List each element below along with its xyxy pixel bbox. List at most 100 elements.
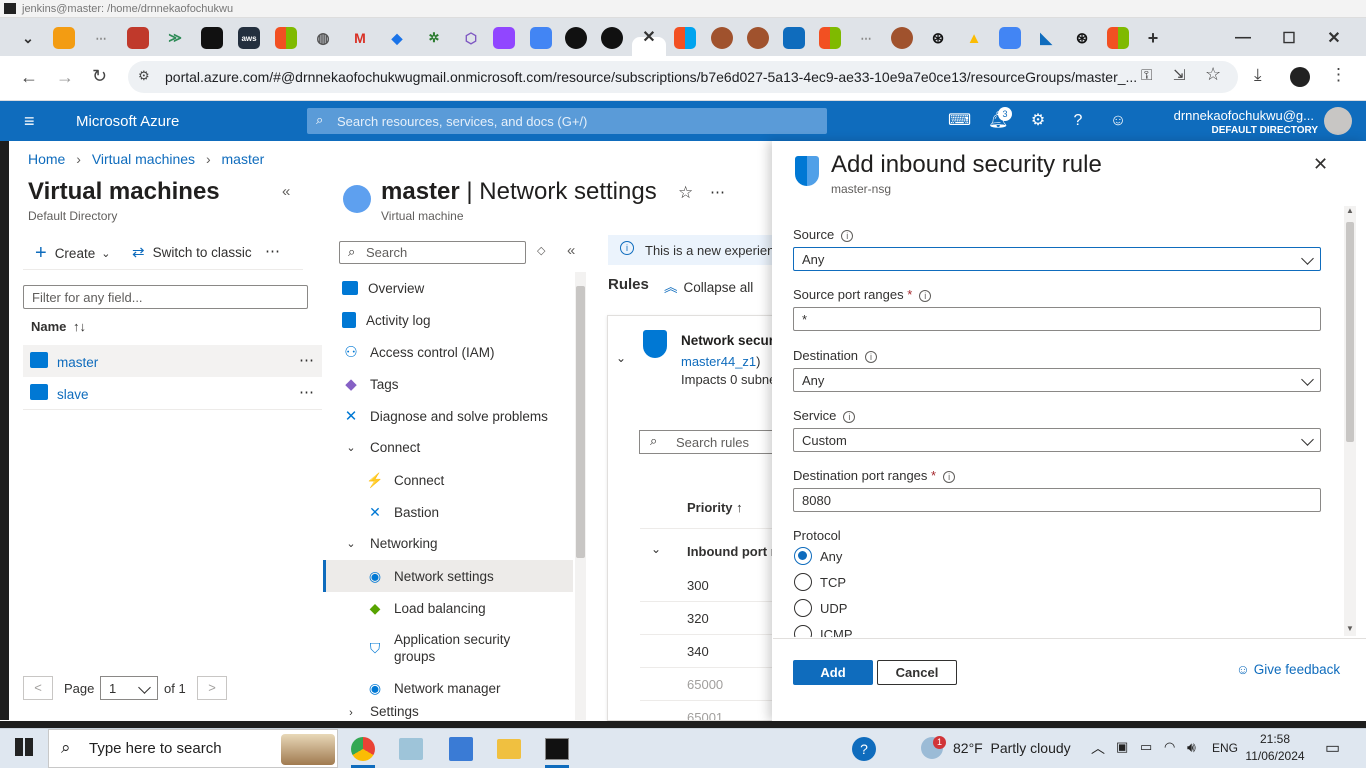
clock-date[interactable]: 11/06/2024 (1240, 749, 1310, 763)
site-info-icon[interactable]: ⚙ (138, 68, 150, 84)
info-icon[interactable]: i (841, 229, 854, 242)
close-tab-icon[interactable]: ✕ (638, 26, 660, 48)
tab-favicon[interactable] (127, 27, 149, 49)
protocol-option-label[interactable]: Any (820, 549, 842, 564)
breadcrumb-virtual-machines[interactable]: Virtual machines (92, 151, 195, 167)
tab-favicon[interactable]: ⋯ (855, 27, 877, 49)
battery-icon[interactable]: ▭ (1140, 739, 1152, 755)
protocol-option-label[interactable]: ICMP (820, 627, 853, 637)
menu-item-network-settings[interactable]: ◉ Network settings (323, 560, 573, 592)
protocol-radio-udp[interactable] (794, 599, 812, 617)
tab-favicon[interactable] (747, 27, 769, 49)
minimize-icon[interactable]: — (1232, 27, 1254, 49)
docs-icon[interactable] (530, 27, 552, 49)
menu-item-app-security-groups[interactable]: ⛉ Application security groups (323, 630, 573, 666)
favorite-star-icon[interactable]: ☆ (678, 183, 693, 203)
scroll-up-icon[interactable]: ▲ (1346, 206, 1354, 215)
photos-icon[interactable] (449, 737, 473, 761)
help-app-icon[interactable]: ? (852, 737, 876, 761)
feedback-icon[interactable]: ☺ (1108, 111, 1128, 131)
menu-item-activity-log[interactable]: Activity log (323, 304, 573, 336)
aws-icon[interactable]: aws (238, 27, 260, 49)
azure-global-search[interactable]: ⌕ Search resources, services, and docs (… (307, 108, 827, 134)
scroll-down-icon[interactable]: ▼ (1346, 624, 1354, 633)
menu-group-networking[interactable]: ⌄ Networking (323, 527, 573, 559)
settings-gear-icon[interactable]: ⚙ (1028, 111, 1048, 131)
destination-dropdown[interactable]: Any (793, 368, 1321, 392)
destination-port-input[interactable]: 8080 (793, 488, 1321, 512)
bookmark-star-icon[interactable]: ☆ (1205, 64, 1221, 85)
tab-favicon[interactable] (201, 27, 223, 49)
chrome-icon[interactable] (351, 737, 375, 761)
prev-page-button[interactable]: < (23, 676, 53, 700)
search-rules-input[interactable]: ⌕ Search rules (639, 430, 779, 454)
tab-favicon[interactable] (53, 27, 75, 49)
menu-item-load-balancing[interactable]: ◆ Load balancing (323, 592, 573, 624)
add-button[interactable]: Add (793, 660, 873, 685)
nic-link[interactable]: master44_z1 (681, 354, 756, 369)
notification-center-icon[interactable]: ▭ (1325, 738, 1340, 758)
protocol-radio-any[interactable] (794, 547, 812, 565)
download-icon[interactable]: ⤓ (1254, 65, 1262, 85)
info-icon[interactable]: i (943, 470, 956, 483)
forward-icon[interactable]: → (56, 67, 74, 88)
docs-icon[interactable] (999, 27, 1021, 49)
wifi-icon[interactable]: ◠ (1164, 739, 1175, 755)
info-icon[interactable]: i (865, 350, 878, 363)
volume-icon[interactable]: 🔊︎ (1187, 739, 1196, 756)
plus-icon[interactable]: + (1142, 27, 1164, 49)
filter-input[interactable]: Filter for any field... (23, 285, 308, 309)
tab-search-chevron-icon[interactable]: ⌄ (17, 27, 39, 49)
protocol-radio-tcp[interactable] (794, 573, 812, 591)
menu-group-connect[interactable]: ⌄ Connect (323, 431, 573, 463)
chevron-up-icon[interactable]: ︿ (1091, 738, 1105, 758)
collapse-blade-icon[interactable]: « (282, 183, 290, 200)
hamburger-menu-icon[interactable]: ≡ (24, 111, 35, 132)
meet-icon[interactable]: ▣ (1116, 739, 1128, 755)
switch-to-classic-button[interactable]: ⇄ Switch to classic (132, 243, 252, 261)
url-text[interactable]: portal.azure.com/#@drnnekaofochukwugmail… (165, 69, 1140, 85)
create-button[interactable]: + Create ⌄ (35, 242, 110, 265)
menu-group-settings[interactable]: › Settings (323, 704, 573, 720)
service-dropdown[interactable]: Custom (793, 428, 1321, 452)
column-header-priority[interactable]: Priority ↑ (687, 500, 743, 515)
more-actions-icon[interactable]: ⋯ (265, 242, 280, 260)
cloud-shell-icon[interactable]: ⌨ (948, 111, 971, 131)
menu-item-network-manager[interactable]: ◉ Network manager (323, 672, 573, 704)
gmail-icon[interactable]: M (349, 27, 371, 49)
menu-item-bastion[interactable]: ✕ Bastion (323, 496, 573, 528)
breadcrumb-home[interactable]: Home (28, 151, 65, 167)
page-select[interactable]: 1 (100, 676, 158, 700)
cancel-button[interactable]: Cancel (877, 660, 957, 685)
microsoft-icon[interactable] (275, 27, 297, 49)
protocol-option-label[interactable]: TCP (820, 575, 846, 590)
vm-link-master[interactable]: master (57, 355, 98, 370)
profile-avatar[interactable] (1290, 67, 1310, 87)
windows-start-icon[interactable] (15, 738, 33, 756)
vm-link-slave[interactable]: slave (57, 387, 89, 402)
chatgpt-icon[interactable]: ⊛ (927, 27, 949, 49)
tab-favicon[interactable]: ⋯ (90, 27, 112, 49)
browser-tab-strip[interactable]: ⌄ ⋯ ≫ aws ◍ M ◆ ✲ ⬡ ✕ ⋯ ⊛ ▲ ◣ ⊛ + — ☐ ✕ (0, 18, 1366, 67)
info-icon[interactable]: i (919, 289, 932, 302)
sort-icon[interactable]: ↑↓ (73, 319, 86, 334)
microsoft-icon[interactable] (1107, 27, 1129, 49)
chevron-down-icon[interactable]: ⌄ (616, 351, 626, 365)
menu-item-access-control[interactable]: ⚇ Access control (IAM) (323, 336, 573, 368)
back-icon[interactable]: ← (20, 67, 38, 88)
chevron-down-icon[interactable]: ⌄ (651, 542, 661, 556)
menu-item-diagnose[interactable]: ✕ Diagnose and solve problems (323, 400, 573, 432)
weather-text[interactable]: 82°F Partly cloudy (953, 740, 1071, 756)
file-explorer-icon[interactable] (497, 739, 521, 759)
user-name[interactable]: drnnekaofochukwu@g... (1158, 108, 1314, 123)
scrollbar-thumb[interactable] (1346, 222, 1354, 442)
microsoft-icon[interactable] (674, 27, 696, 49)
language-indicator[interactable]: ENG (1212, 741, 1238, 755)
give-feedback-link[interactable]: ☺ Give feedback (1236, 662, 1340, 677)
taskbar-search[interactable]: ⌕ Type here to search (48, 729, 338, 768)
key-icon[interactable]: ⚿ (1141, 67, 1152, 84)
github-icon[interactable] (601, 27, 623, 49)
menu-kebab-icon[interactable]: ⋮ (1330, 65, 1347, 85)
menu-scrollbar[interactable] (575, 272, 586, 720)
breadcrumb-master[interactable]: master (222, 151, 265, 167)
